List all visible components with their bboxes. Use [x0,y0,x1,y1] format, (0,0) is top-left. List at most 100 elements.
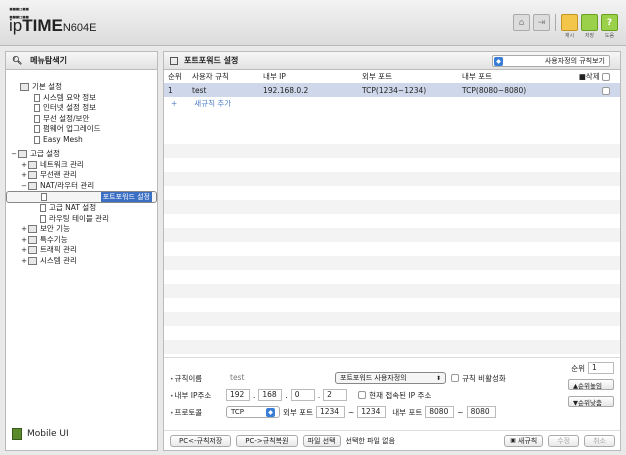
sidebar-item[interactable]: + 무선랜 관리 [6,170,157,181]
table-header: 순위 사용자 규칙 내부 IP 외부 포트 내부 포트 ■삭제 [164,70,620,83]
current-ip-label: 현재 접속된 IP 주소 [369,390,432,400]
rank-down-button[interactable]: ▼순위낮춤 [568,396,614,407]
sidebar-item[interactable]: + 특수기능 [6,235,157,246]
page-icon [34,93,40,102]
header-divider [555,14,556,31]
expand-icon[interactable]: + [20,170,28,181]
save-button[interactable]: 저장 [581,14,598,39]
sidebar-item-label: 펌웨어 업그레이드 [43,124,101,133]
sidebar-item[interactable]: + 트래픽 관리 [6,245,157,256]
collapse-icon[interactable]: − [10,149,18,160]
ip-octet-4[interactable]: 2 [323,389,348,401]
external-port-from[interactable]: 1234 [315,406,345,418]
sidebar-item[interactable]: + 시스템 관리 [6,256,157,267]
save-label: 저장 [584,33,595,39]
menu-explorer-title: 메뉴탐색기 [30,56,67,65]
new-rule-icon: ▣ [510,437,516,444]
expand-icon[interactable]: + [20,256,28,267]
restart-button[interactable]: 재시 [561,14,578,39]
brand-logo: ipTIMEN604E [9,16,96,36]
protocol-select[interactable]: TCP ◆ [226,406,280,418]
ip-octet-3[interactable]: 0 [290,389,315,401]
help-label: 도움 [604,33,615,39]
restart-label: 재시 [564,33,575,39]
collapse-icon[interactable]: − [20,181,28,192]
brand-bold: TIME [22,16,63,35]
bottom-toolbar: PC<-규칙저장 PC->규칙복원 파일 선택 선택한 파일 없음 ▣ 새규칙 수… [164,430,620,450]
add-rule-link[interactable]: + 새규칙 추가 [164,97,620,110]
sidebar-item-label: 고급 설정 [30,149,60,158]
sidebar-item[interactable]: + 보안 기능 [6,224,157,235]
ip-octet-1[interactable]: 192 [226,389,250,401]
rank-label: 순위 [571,363,585,373]
mobile-ui-link[interactable]: Mobile UI [12,428,69,440]
rule-view-value: 사용자정의 규칙보기 [544,57,605,65]
plus-icon: + [171,99,178,108]
ip-dot: . [285,390,288,400]
home-button[interactable]: ⌂ [513,14,530,31]
expand-icon[interactable]: + [20,160,28,171]
rule-type-select[interactable]: 포트포워드 사용자정의 ⬍ [335,372,446,384]
mobile-icon [12,428,22,440]
sidebar-item[interactable]: 포트포워드 설정 [6,191,157,203]
page-icon [170,56,178,65]
sidebar-item[interactable]: 시스템 요약 정보 [6,93,157,104]
ip-octet-2[interactable]: 168 [258,389,283,401]
file-select-button[interactable]: 파일 선택 [302,434,341,447]
sidebar-item[interactable]: 인터넷 설정 정보 [6,103,157,114]
page-icon [40,204,46,212]
sidebar-item[interactable]: 무선 설정/보안 [6,114,157,125]
ip-dot: . [317,390,321,400]
delete-all-checkbox[interactable] [602,73,610,81]
row-delete-checkbox[interactable] [602,86,610,95]
logout-icon: ⇥ [533,14,550,31]
sidebar-item[interactable]: 펌웨어 업그레이드 [6,124,157,135]
external-port-to[interactable]: 1234 [357,406,387,418]
expand-icon[interactable]: + [20,224,28,235]
disable-rule-checkbox[interactable] [451,374,459,382]
internal-port-from[interactable]: 8080 [425,406,455,418]
rule-view-select[interactable]: ◆ 사용자정의 규칙보기 [492,55,610,67]
table-row[interactable]: 1 test 192.168.0.2 TCP(1234~1234) TCP(80… [164,83,620,97]
rules-table: 순위 사용자 규칙 내부 IP 외부 포트 내부 포트 ■삭제 1 test 1… [164,70,620,97]
page-icon [40,214,46,223]
sidebar-item[interactable]: 라우팅 테이블 관리 [6,214,157,225]
internal-ip-row: 내부 IP주소 192. 168. 0. 2 현재 접속된 IP 주소 [170,389,431,401]
sidebar-item[interactable]: − NAT/라우터 관리 [6,181,157,192]
logout-button[interactable]: ⇥ [533,14,550,31]
cancel-button[interactable]: 취소 [584,434,615,447]
folder-icon [28,160,37,169]
modify-button[interactable]: 수정 [548,434,580,447]
rank-row: 순위 1 [571,362,614,374]
internal-port-to[interactable]: 8080 [466,406,496,418]
sidebar-item[interactable]: 기본 설정 [6,82,157,93]
range-separator: ~ [457,407,464,417]
header-icons: ⌂ ⇥ 재시 저장 ? 도움 [513,14,618,39]
sidebar-item-label: 고급 NAT 설정 [49,203,97,212]
col-internal-ip: 내부 IP [263,72,286,81]
col-rank: 순위 [168,72,182,81]
model-name: N604E [62,22,97,34]
row-external-port: TCP(1234~1234) [358,83,458,97]
sidebar-item[interactable]: + 네트워크 관리 [6,160,157,171]
rule-name-row: 규칙이름 test 포트포워드 사용자정의 ⬍ 규칙 비활성화 [170,372,506,384]
updown-icon: ⬍ [435,374,441,382]
row-rule-name: test [188,83,259,97]
expand-icon[interactable]: + [20,235,28,246]
sidebar-item-label: 보안 기능 [40,224,70,233]
new-rule-button[interactable]: ▣ 새규칙 [504,434,544,447]
sidebar-item[interactable]: 고급 NAT 설정 [6,203,157,214]
row-internal-port: TCP(8080~8080) [458,83,572,97]
backup-rules-button[interactable]: PC<-규칙저장 [170,434,232,447]
sidebar-item[interactable]: Easy Mesh [6,135,157,146]
rule-name-input[interactable]: test [226,372,332,384]
row-internal-ip: 192.168.0.2 [259,83,358,97]
current-ip-checkbox[interactable] [358,391,367,399]
restore-rules-button[interactable]: PC->규칙복원 [236,434,298,447]
rank-up-button[interactable]: ▲순위높임 [568,379,614,390]
sidebar-item[interactable]: − 고급 설정 [6,149,157,160]
protocol-label: 프로토콜 [170,407,223,418]
rank-input[interactable]: 1 [588,362,614,374]
expand-icon[interactable]: + [20,245,28,256]
help-button[interactable]: ? 도움 [601,14,618,39]
